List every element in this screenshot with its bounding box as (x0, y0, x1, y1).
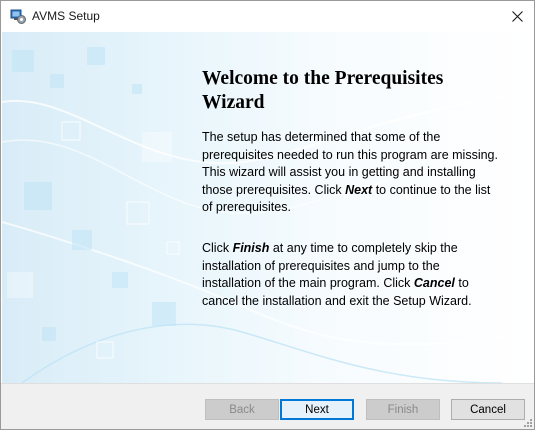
button-bar: Back Next Finish Cancel (1, 383, 534, 429)
close-icon (512, 11, 523, 22)
cancel-button[interactable]: Cancel (451, 399, 525, 420)
finish-emphasis: Finish (232, 241, 270, 255)
finish-button[interactable]: Finish (366, 399, 440, 420)
finish-text-1: Click (202, 241, 233, 255)
resize-grip-icon[interactable] (522, 417, 532, 427)
close-button[interactable] (500, 1, 534, 32)
back-button[interactable]: Back (205, 399, 279, 420)
cancel-emphasis: Cancel (413, 276, 455, 290)
intro-paragraph: The setup has determined that some of th… (202, 129, 502, 217)
title-bar[interactable]: AVMS Setup (1, 1, 534, 32)
next-button[interactable]: Next (280, 399, 354, 420)
finish-cancel-paragraph: Click Finish at any time to completely s… (202, 240, 502, 310)
setup-window: AVMS Setup Welcome to the Prerequisites … (0, 0, 535, 430)
setup-installer-icon (10, 8, 27, 25)
next-emphasis: Next (345, 182, 373, 197)
window-title: AVMS Setup (32, 9, 100, 23)
wizard-heading: Welcome to the Prerequisites Wizard (202, 68, 444, 113)
welcome-panel: Welcome to the Prerequisites Wizard The … (2, 32, 533, 383)
